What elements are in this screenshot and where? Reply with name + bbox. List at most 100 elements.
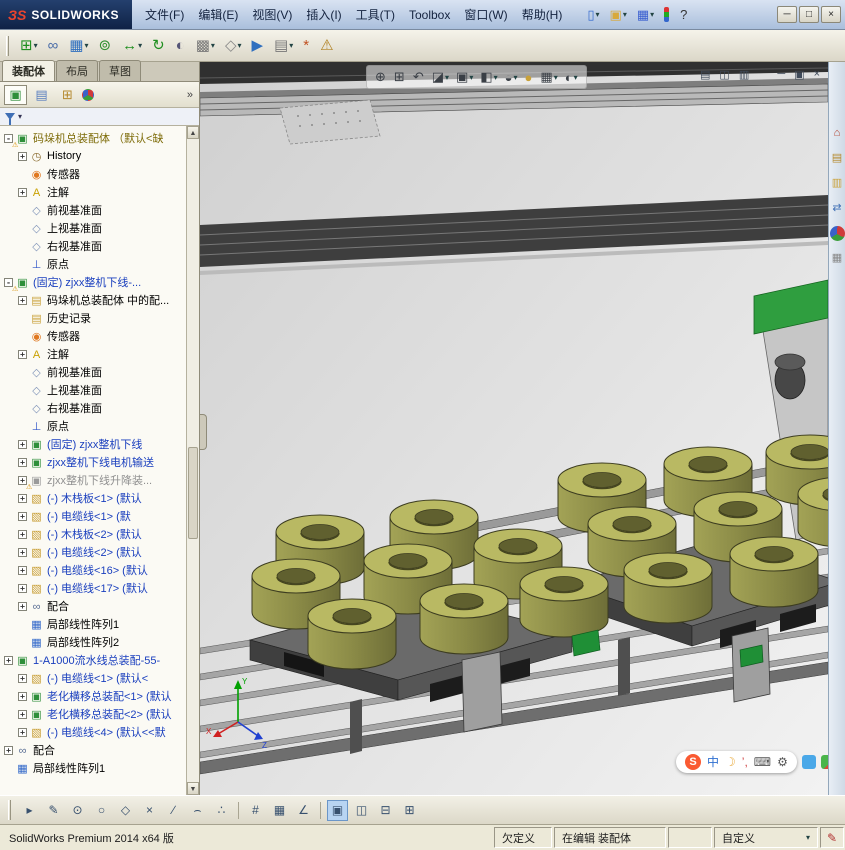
tree-scrollbar[interactable]: ▲ ▼ [186,126,199,795]
taskpane-icon[interactable]: ▦ [830,251,845,266]
pane-control-icon[interactable]: ▤ [700,68,710,81]
sketch-tool-button[interactable]: ◇ [115,800,136,821]
tree-item[interactable]: + ▣ 老化横移总装配<1> (默认 [2,687,186,705]
viewport-tool-button[interactable]: ▣ ▾ [456,69,473,85]
quick-tool-button[interactable]: ▦ ▾ [633,5,658,25]
menu-item[interactable]: 插入(I) [299,3,348,26]
scrollbar-thumb[interactable] [188,447,198,540]
status-custom[interactable]: 自定义 ▾ [714,827,818,848]
viewport-tool-button[interactable]: ● [525,70,534,85]
tree-item[interactable]: + ▣ ⚠ zjxx整机下线升降装... [2,471,186,489]
quick-tool-button[interactable]: ▣ ▾ [606,5,631,25]
ime-extra-icon[interactable] [820,755,828,769]
tree-item[interactable]: + ▧ (-) 木栈板<1> (默认 [2,489,186,507]
toolbar-button[interactable]: ▦ ▾ [65,34,92,58]
ime-button[interactable]: ’, [742,755,748,769]
tree-item[interactable]: + ▧ (-) 电缆线<4> (默认<<默 [2,723,186,741]
toolbar-button[interactable]: ▤ ▾ [270,34,297,58]
tree-item[interactable]: + ▧ (-) 电缆线<1> (默认< [2,669,186,687]
commandmanager-tab[interactable]: 草图 [99,60,141,81]
tree-item[interactable]: ◇ 上视基准面 [2,219,186,237]
sketch-tool-button[interactable]: ⊟ [375,800,396,821]
sketch-tool-button[interactable]: ▣ [327,799,348,821]
status-edit-icon[interactable]: ✎ [820,827,844,848]
sketch-tool-button[interactable]: × [139,800,160,821]
sketch-tool-button[interactable]: ▸ [19,800,40,821]
manager-tab[interactable]: ⊞ [56,85,79,105]
ime-extra-icon[interactable] [801,755,816,769]
tree-item[interactable]: ▤ 历史记录 [2,309,186,327]
tree-item[interactable]: ◇ 前视基准面 [2,201,186,219]
toolbar-button[interactable]: ▶ [248,34,269,58]
tree-item[interactable]: + ▣ 1-A1000流水线总装配-55- [2,651,186,669]
more-chevron-icon[interactable]: » [187,89,195,101]
taskpane-icon[interactable]: ⇄ [830,201,845,216]
tree-item[interactable]: ◉ 传感器 [2,327,186,345]
toolbar-button[interactable]: ↔ ▾ [118,34,146,58]
tree-item[interactable]: + ▧ (-) 电缆线<16> (默认 [2,561,186,579]
toolbar-button[interactable]: ↻ [148,34,170,58]
menu-item[interactable]: 编辑(E) [191,3,245,26]
quick-tool-button[interactable]: ▯ ▾ [583,5,603,25]
toolbar-button[interactable]: ∞ [44,34,64,58]
sketch-tool-button[interactable]: ◫ [351,800,372,821]
pane-control-icon[interactable]: ▥ [739,68,749,81]
window-button[interactable]: □ [799,6,819,23]
viewport-tool-button[interactable]: ↶ [413,69,425,85]
taskpane-icon[interactable] [829,226,845,241]
sogou-logo-icon[interactable]: S [685,754,701,770]
tree-item[interactable]: + A 注解 [2,345,186,363]
menu-item[interactable]: 工具(T) [349,3,402,26]
quick-tool-button[interactable] [660,4,674,25]
tree-item[interactable]: ◇ 前视基准面 [2,363,186,381]
tree-expander[interactable]: + [18,727,27,737]
viewport-tool-button[interactable]: ◧ ▾ [480,69,497,85]
menu-item[interactable]: 视图(V) [245,3,299,26]
sketch-tool-button[interactable] [320,801,321,819]
sketch-tool-button[interactable]: # [245,800,266,821]
toolbar-button[interactable]: ◐ [172,34,190,58]
tree-item[interactable]: + ▧ (-) 木栈板<2> (默认 [2,525,186,543]
tree-item[interactable]: + ∞ 配合 [2,597,186,615]
tree-expander[interactable]: + [4,745,13,755]
sketch-tool-button[interactable]: ∠ [293,800,314,821]
tree-expander[interactable]: + [18,565,27,575]
tree-expander[interactable]: + [18,295,27,305]
tree-expander[interactable]: + [18,709,27,719]
menu-item[interactable]: 帮助(H) [515,3,570,26]
toolbar-button[interactable]: ⚠ [316,34,338,58]
menu-item[interactable]: Toolbox [402,5,457,25]
toolbar-button[interactable]: ⊚ [95,34,117,58]
tree-item[interactable]: + ▣ 老化横移总装配<2> (默认 [2,705,186,723]
sketch-tool-button[interactable]: ○ [91,800,112,821]
tree-item[interactable]: + ▧ (-) 电缆线<1> (默 [2,507,186,525]
commandmanager-tab[interactable]: 布局 [56,60,98,81]
commandmanager-tab[interactable]: 装配体 [2,60,55,81]
scroll-up-icon[interactable]: ▲ [187,126,199,139]
tree-expander[interactable]: + [18,691,27,701]
tree-expander[interactable]: + [18,601,27,611]
pane-control-icon[interactable]: ◫ [719,68,729,81]
sketch-tool-button[interactable]: ✎ [43,800,64,821]
tree-expander[interactable]: + [18,511,27,521]
viewport-tool-button[interactable]: ⊕ [375,69,387,85]
graphics-viewport[interactable]: X Y Z ⊕ ⊞ ↶ ◪ ▾ ▣ ▾ ◧ ▾ ◒ ▾ ● ▦ ▾ ◐ ▾ ▤ … [200,62,828,795]
panel-splitter-handle[interactable] [200,414,207,450]
toolbar-button[interactable]: * [299,34,314,58]
viewport-tool-button[interactable]: ▦ ▾ [540,69,557,85]
tree-expander[interactable]: + [18,547,27,557]
tree-item[interactable]: + ▧ (-) 电缆线<2> (默认 [2,543,186,561]
document-window-button[interactable]: ─ [777,68,785,81]
tree-item[interactable]: + ▧ (-) 电缆线<17> (默认 [2,579,186,597]
chevron-down-icon[interactable]: ▾ [18,112,22,121]
tree-expander[interactable]: + [18,493,27,503]
tree-item[interactable]: ⊥ 原点 [2,255,186,273]
toolbar-grip[interactable] [8,800,11,820]
tree-item[interactable]: + ∞ 配合 [2,741,186,759]
sketch-tool-button[interactable]: ∴ [211,800,232,821]
taskpane-icon[interactable]: ⌂ [830,126,845,141]
tree-item[interactable]: - ▣ ⚠ (固定) zjxx整机下线-... [2,273,186,291]
sketch-tool-button[interactable]: ▦ [269,800,290,821]
document-window-button[interactable]: × [814,68,820,81]
sketch-tool-button[interactable]: ⊞ [399,800,420,821]
